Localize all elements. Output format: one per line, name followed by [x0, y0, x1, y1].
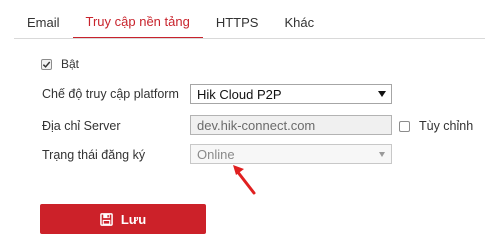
- status-select: Online: [190, 144, 392, 164]
- mode-label: Chế độ truy cập platform: [42, 87, 179, 101]
- enable-checkbox[interactable]: [41, 58, 52, 70]
- arrow-annotation-icon: [233, 165, 256, 195]
- tab-platform-access[interactable]: Truy cập nền tảng: [72, 5, 203, 39]
- tab-bar: Email Truy cập nền tảng HTTPS Khác: [14, 5, 485, 39]
- server-label: Địa chỉ Server: [42, 119, 121, 133]
- checkmark-icon: [42, 61, 51, 68]
- custom-checkbox[interactable]: [399, 120, 410, 132]
- tab-divider: [14, 38, 485, 39]
- chevron-down-icon: [378, 91, 386, 97]
- mode-select[interactable]: Hik Cloud P2P: [190, 84, 392, 104]
- save-label: Lưu: [120, 211, 147, 227]
- save-button[interactable]: Lưu: [40, 204, 206, 234]
- enable-label: Bật: [61, 57, 80, 71]
- tab-https[interactable]: HTTPS: [203, 5, 272, 39]
- mode-value: Hik Cloud P2P: [197, 86, 282, 102]
- enable-row: Bật: [41, 57, 79, 71]
- chevron-down-icon: [379, 152, 385, 157]
- status-label: Trạng thái đăng ký: [42, 148, 146, 162]
- save-icon: [100, 212, 113, 226]
- tab-email[interactable]: Email: [14, 5, 73, 39]
- server-input[interactable]: dev.hik-connect.com: [190, 115, 392, 135]
- platform-access-page: Email Truy cập nền tảng HTTPS Khác Bật C…: [0, 0, 485, 244]
- server-value: dev.hik-connect.com: [197, 117, 316, 133]
- custom-label: Tùy chỉnh: [419, 119, 474, 133]
- custom-row: Tùy chỉnh: [399, 119, 473, 133]
- tab-other[interactable]: Khác: [271, 5, 327, 39]
